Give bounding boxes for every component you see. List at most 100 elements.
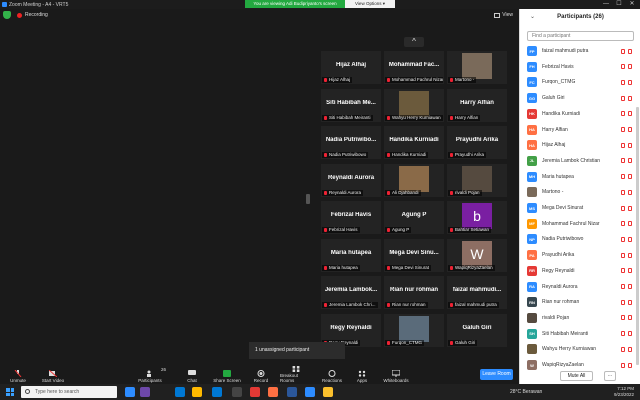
video-tile[interactable]: Harry Alfian Harry Alfian bbox=[447, 88, 507, 122]
collapse-gallery-button[interactable]: ^ bbox=[404, 37, 424, 47]
more-options-button[interactable]: ... bbox=[604, 371, 616, 381]
video-tile[interactable]: W WapiqRizyaZaelan bbox=[447, 238, 507, 272]
participants-button[interactable]: 26 Participants bbox=[138, 366, 166, 384]
minimize-button[interactable]: — bbox=[601, 0, 611, 9]
video-tile[interactable]: faizal mahmudi... faizal mahmudi putra bbox=[447, 276, 507, 309]
app-icon-red[interactable] bbox=[250, 387, 260, 397]
tile-display-name: Hijaz Alhaj bbox=[335, 62, 367, 68]
participant-row[interactable]: Wahyu Herry Kurniawan bbox=[523, 342, 634, 356]
file-explorer-icon[interactable] bbox=[192, 387, 202, 397]
start-video-button[interactable]: Start Video bbox=[40, 366, 66, 384]
gallery-side-handle[interactable] bbox=[306, 194, 310, 204]
apps-button[interactable]: Apps bbox=[355, 366, 369, 384]
mail-icon[interactable] bbox=[212, 387, 222, 397]
participant-row[interactable]: MF Mohammad Fachrul Nizar bbox=[523, 217, 634, 231]
share-screen-button[interactable]: Share Screen bbox=[213, 366, 241, 384]
participant-row[interactable]: JL Jeremia Lambok Christian bbox=[523, 154, 634, 168]
app-icon[interactable] bbox=[140, 387, 150, 397]
video-tile[interactable]: Agung P Agung P bbox=[384, 201, 444, 234]
video-tile[interactable]: Mega Devi Sinu... Mega Devi Sinurat bbox=[384, 238, 444, 272]
tile-display-name: Harry Alfian bbox=[460, 99, 494, 106]
mute-all-button[interactable]: Mute All bbox=[560, 371, 593, 381]
video-tile[interactable]: Furqon_CTMG bbox=[384, 313, 444, 347]
video-tile[interactable]: Handika Kurniadi Handika Kurniadi bbox=[384, 126, 444, 159]
chevron-down-icon[interactable]: ⌄ bbox=[530, 9, 535, 26]
breakout-rooms-button[interactable]: Breakout Rooms bbox=[280, 366, 312, 384]
video-tile[interactable]: Mohammad Fac... Mohammad Fachrul Nizar bbox=[384, 51, 444, 84]
video-tile[interactable]: Martono - bbox=[447, 51, 507, 84]
weather-widget[interactable]: 28°C Berawan bbox=[510, 389, 542, 395]
participants-scrollbar[interactable] bbox=[636, 107, 639, 365]
chrome-icon[interactable] bbox=[323, 387, 333, 397]
unmute-button[interactable]: Unmute bbox=[8, 366, 28, 384]
mic-off-icon bbox=[450, 115, 453, 120]
unassigned-participant-toast[interactable]: 1 unassigned participant bbox=[249, 342, 345, 359]
participant-row[interactable]: HA Hijaz Alhaj bbox=[523, 138, 634, 152]
close-button[interactable]: ✕ bbox=[627, 0, 637, 9]
participant-row[interactable]: RR Regy Reynaldi bbox=[523, 264, 634, 278]
whiteboards-button[interactable]: Whiteboards bbox=[382, 366, 410, 384]
participant-row[interactable]: rivaldi Pojan bbox=[523, 311, 634, 325]
leave-room-button[interactable]: Leave Room bbox=[480, 369, 513, 380]
participant-row[interactable]: NP Nadia Putriwibowo bbox=[523, 232, 634, 246]
find-participant-input[interactable] bbox=[527, 31, 634, 41]
video-tile[interactable]: Nadia Putriwibo... Nadia Putriwibowo bbox=[321, 126, 381, 159]
task-view-icon[interactable] bbox=[125, 387, 135, 397]
chat-button[interactable]: Chat bbox=[185, 366, 199, 384]
mic-off-icon bbox=[324, 190, 327, 195]
video-tile[interactable]: rivaldi Pojan bbox=[447, 163, 507, 197]
maximize-button[interactable]: ☐ bbox=[614, 0, 624, 9]
participant-status-icons bbox=[621, 236, 632, 242]
mic-off-icon bbox=[324, 303, 327, 307]
windows-start-icon[interactable] bbox=[6, 388, 14, 396]
participants-icon bbox=[147, 370, 151, 377]
participant-row[interactable]: RN Rian nur rohman bbox=[523, 295, 634, 309]
security-shield-icon[interactable] bbox=[3, 11, 11, 19]
video-tile[interactable]: Hijaz Alhaj Hijaz Alhaj bbox=[321, 51, 381, 84]
video-tile[interactable]: Prayudhi Arika Prayudhi Arika bbox=[447, 126, 507, 159]
video-tile[interactable]: Rian nur rohman Rian nur rohman bbox=[384, 276, 444, 309]
recording-indicator[interactable]: Recording bbox=[17, 12, 48, 18]
participant-row[interactable]: HK Handika Kurniadi bbox=[523, 107, 634, 121]
video-tile[interactable]: Jeremia Lambok... Jeremia Lambok Chri... bbox=[321, 276, 381, 309]
participant-row[interactable]: W WapiqRizyaZaelan bbox=[523, 358, 634, 372]
avatar: PA bbox=[527, 250, 537, 261]
video-off-icon bbox=[628, 221, 632, 227]
mic-off-icon bbox=[621, 127, 625, 132]
participant-row[interactable]: GG Galuh Giri bbox=[523, 91, 634, 105]
video-tile[interactable]: Wahyu Herry Kurniawan bbox=[384, 88, 444, 122]
video-tile[interactable]: b Bahtiar Setiawan bbox=[447, 201, 507, 234]
record-button[interactable]: Record bbox=[253, 366, 269, 384]
tile-display-name: Prayudhi Arika bbox=[455, 137, 499, 143]
system-clock[interactable]: 7:12 PM 9/23/2022 bbox=[614, 386, 634, 398]
video-tile[interactable]: Galuh Giri Galuh Giri bbox=[447, 313, 507, 347]
taskbar-search-box[interactable]: Type here to search bbox=[21, 386, 117, 398]
participant-video bbox=[399, 315, 429, 342]
view-options-button[interactable]: View Options ▾ bbox=[345, 0, 395, 8]
participant-row[interactable]: Martono - bbox=[523, 185, 634, 199]
participant-row[interactable]: FC Furqon_CTMG bbox=[523, 75, 634, 89]
participant-row[interactable]: MS Mega Devi Sinurat bbox=[523, 201, 634, 215]
video-tile[interactable]: Maria hutapea Maria hutapea bbox=[321, 238, 381, 272]
participant-row[interactable]: MH Maria hutapea bbox=[523, 170, 634, 184]
video-tile[interactable]: Reynaldi Aurora Reynaldi Aurora bbox=[321, 163, 381, 197]
video-tile[interactable]: Siti Habibah Me... Siti Habibah Meiranti bbox=[321, 88, 381, 122]
video-tile[interactable]: Febrizal Havis Febrizal Havis bbox=[321, 201, 381, 234]
word-icon[interactable] bbox=[287, 387, 297, 397]
participant-row[interactable]: SH Siti Habibah Meiranti bbox=[523, 327, 634, 341]
firefox-icon[interactable] bbox=[268, 387, 278, 397]
tile-display-name: Agung P bbox=[401, 212, 427, 218]
tile-display-name: faizal mahmudi... bbox=[452, 287, 502, 293]
reactions-button[interactable]: Reactions bbox=[322, 366, 342, 384]
participant-row[interactable]: RA Reynaldi Aurora bbox=[523, 280, 634, 294]
participant-row[interactable]: FH Febrizal Havis bbox=[523, 60, 634, 74]
participant-row[interactable]: FP faizal mahmudi putra bbox=[523, 44, 634, 58]
view-button[interactable]: View bbox=[494, 12, 513, 18]
video-tile[interactable]: Ali Djahbandi bbox=[384, 163, 444, 197]
tile-label-text: rivaldi Pojan bbox=[455, 189, 480, 195]
store-icon[interactable] bbox=[232, 387, 242, 397]
zoom-taskbar-icon[interactable] bbox=[305, 387, 315, 397]
participant-row[interactable]: HA Harry Alfian bbox=[523, 123, 634, 137]
edge-icon[interactable] bbox=[175, 387, 185, 397]
participant-row[interactable]: PA Prayudhi Arika bbox=[523, 248, 634, 262]
